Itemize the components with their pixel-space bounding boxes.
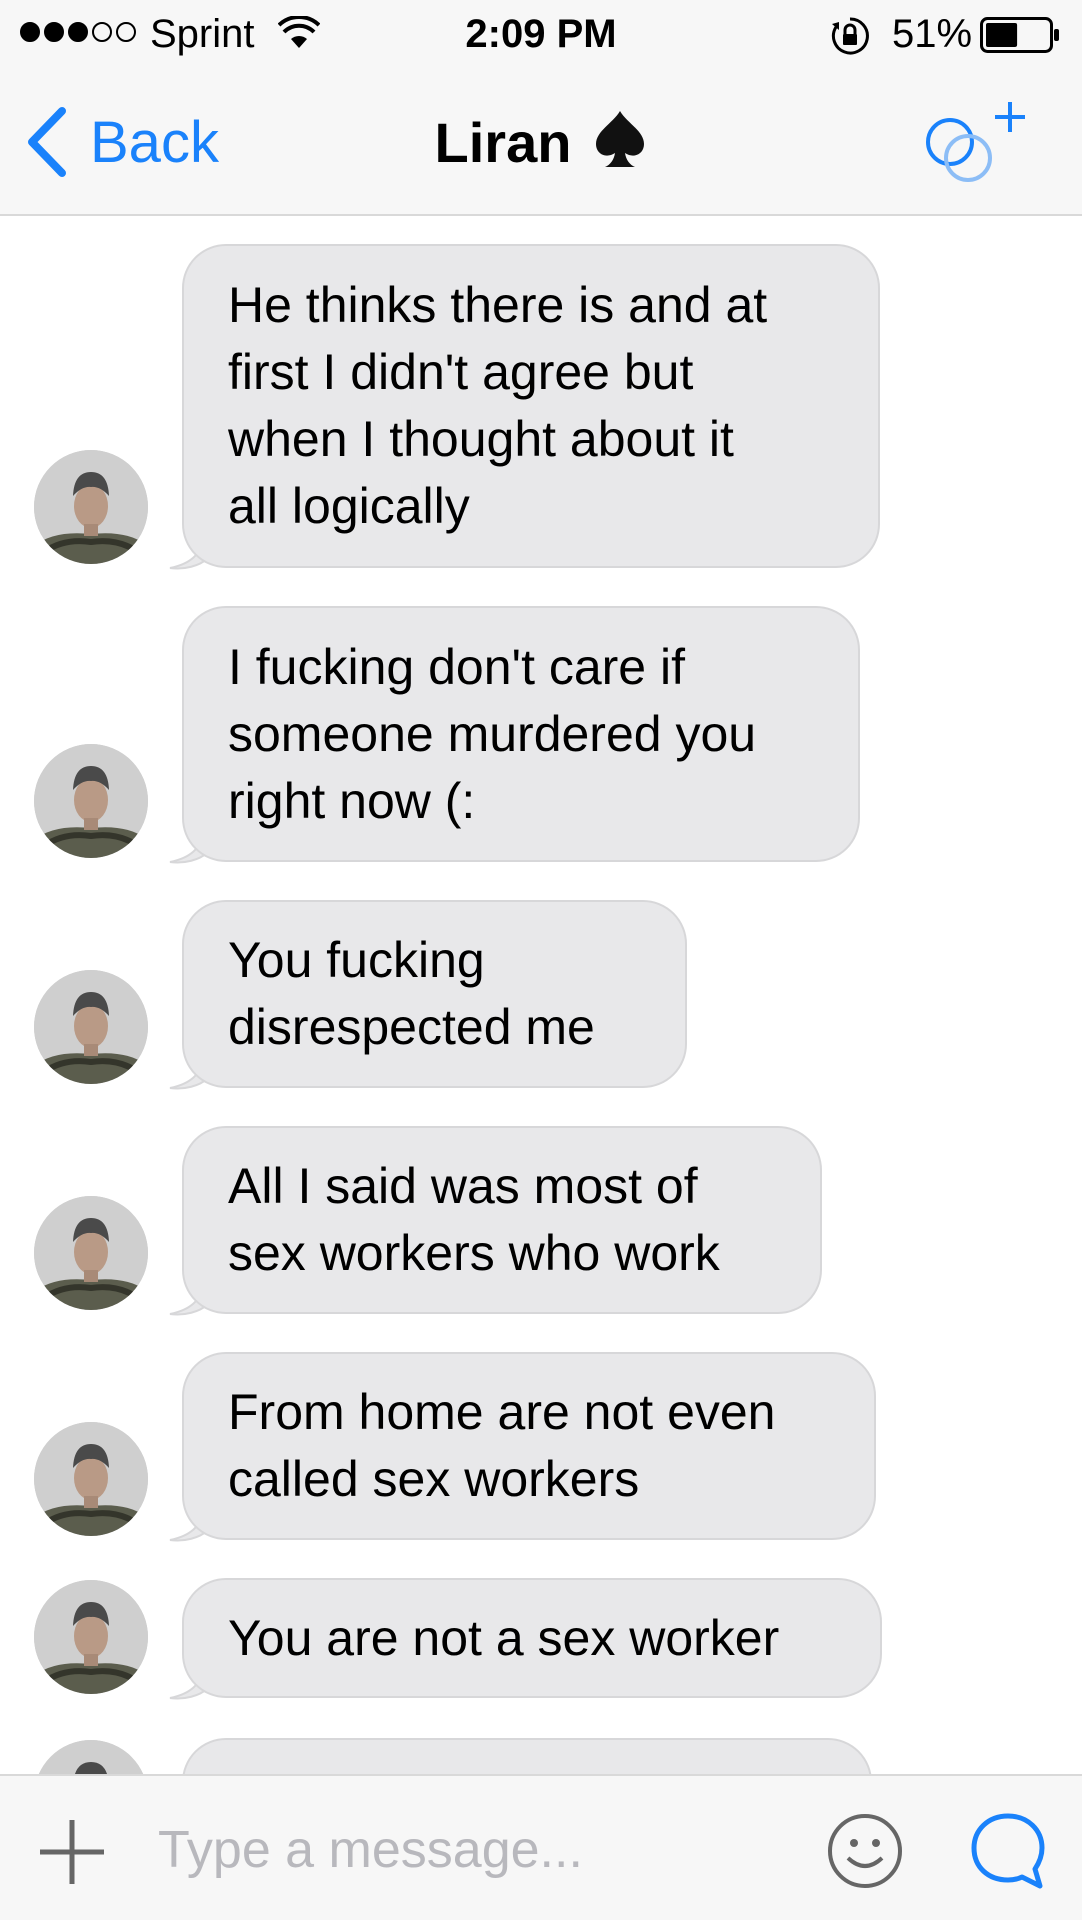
- avatar-photo: [34, 1196, 148, 1310]
- avatar[interactable]: [34, 1422, 148, 1536]
- avatar-photo: [34, 1422, 148, 1536]
- rotation-lock-icon: [831, 17, 869, 55]
- battery-percent: 51%: [892, 12, 973, 56]
- message-row: He thinks there is and at first I didn't…: [0, 244, 1082, 570]
- nav-bar: Back Liran: [0, 68, 1082, 216]
- status-bar: Sprint 2:09 PM 51%: [0, 0, 1082, 68]
- messenger-screen: Sprint 2:09 PM 51% Back Liran He thinks …: [0, 0, 1082, 1920]
- message-row: I fucking don't care if someone murdered…: [0, 606, 1082, 864]
- avatar-photo: [34, 1580, 148, 1694]
- spade-icon: [596, 111, 645, 168]
- message-row: All I said was most of sex workers who w…: [0, 1126, 1082, 1316]
- contact-name: Liran: [434, 111, 572, 174]
- chat-bubble-icon[interactable]: [968, 1810, 1048, 1892]
- message-composer: [0, 1774, 1082, 1920]
- add-people-button[interactable]: [914, 96, 1034, 196]
- avatar[interactable]: [34, 1580, 148, 1694]
- avatar-photo: [34, 744, 148, 858]
- message-bubble[interactable]: He thinks there is and at first I didn't…: [182, 244, 880, 568]
- emoji-icon[interactable]: [826, 1812, 904, 1890]
- message-bubble[interactable]: All I said was most of sex workers who w…: [182, 1126, 822, 1314]
- message-bubble[interactable]: [182, 1738, 872, 1774]
- avatar[interactable]: [34, 744, 148, 858]
- message-row: You fucking disrespected me: [0, 900, 1082, 1090]
- avatar-photo: [34, 970, 148, 1084]
- message-bubble[interactable]: From home are not even called sex worker…: [182, 1352, 876, 1540]
- message-input[interactable]: [156, 1806, 780, 1894]
- avatar[interactable]: [34, 1196, 148, 1310]
- plus-icon[interactable]: [36, 1816, 108, 1888]
- message-bubble[interactable]: You fucking disrespected me: [182, 900, 687, 1088]
- message-list[interactable]: He thinks there is and at first I didn't…: [0, 216, 1082, 1774]
- avatar[interactable]: [34, 1740, 148, 1774]
- avatar-photo: [34, 1740, 148, 1774]
- message-bubble[interactable]: I fucking don't care if someone murdered…: [182, 606, 860, 862]
- avatar[interactable]: [34, 970, 148, 1084]
- message-bubble[interactable]: You are not a sex worker: [182, 1578, 882, 1698]
- avatar[interactable]: [34, 450, 148, 564]
- battery-icon: [980, 17, 1059, 53]
- message-row: You are not a sex worker: [0, 1578, 1082, 1700]
- avatar-photo: [34, 450, 148, 564]
- message-row: [0, 1738, 1082, 1774]
- message-row: From home are not even called sex worker…: [0, 1352, 1082, 1542]
